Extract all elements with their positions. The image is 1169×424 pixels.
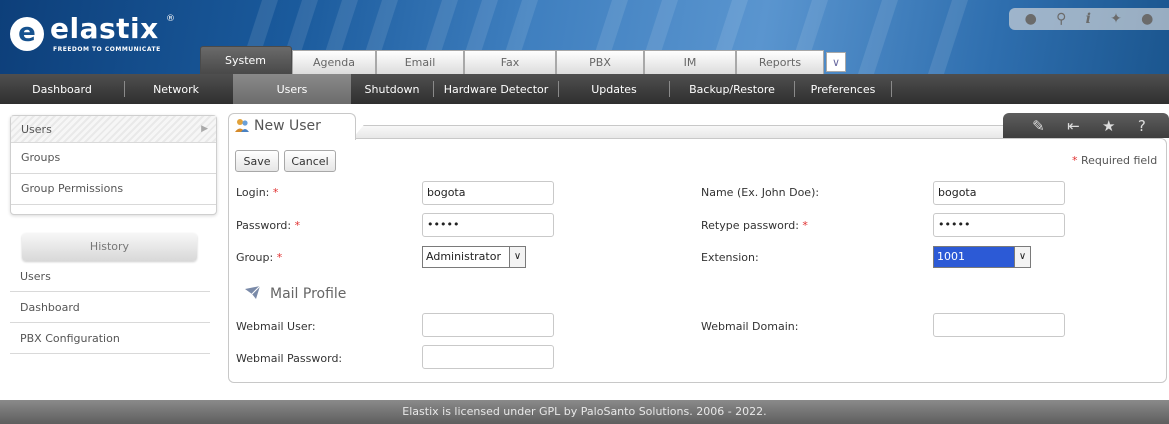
password-field[interactable]: ••••• — [422, 213, 554, 237]
tab-pbx[interactable]: PBX — [556, 50, 644, 74]
tab-system[interactable]: System — [200, 46, 292, 74]
arrow-right-icon: ▶ — [201, 124, 208, 134]
webmail-domain-label: Webmail Domain: — [701, 320, 799, 333]
sub-navigation: Dashboard Network Users Shutdown Hardwar… — [0, 74, 1169, 104]
sidebar-item-label: Users — [21, 123, 52, 136]
retype-password-field[interactable]: ••••• — [933, 213, 1065, 237]
logo-mark-icon: e — [10, 17, 44, 51]
tab-agenda[interactable]: Agenda — [292, 50, 376, 74]
name-field[interactable]: bogota — [933, 181, 1065, 205]
password-label: Password: * — [236, 219, 301, 232]
sidebar: Users ▶ Groups Group Permissions History… — [10, 115, 217, 354]
save-button[interactable]: Save — [235, 150, 279, 172]
sidebar-item-group-permissions[interactable]: Group Permissions — [11, 174, 216, 205]
subnav-hardware-detector[interactable]: Hardware Detector — [434, 74, 558, 104]
tab-email[interactable]: Email — [376, 50, 464, 74]
history-header: History — [22, 233, 197, 261]
history-item-pbx-configuration[interactable]: PBX Configuration — [10, 323, 210, 354]
sidebar-menu: Users ▶ Groups Group Permissions — [10, 115, 217, 215]
webmail-domain-field[interactable] — [933, 313, 1065, 337]
top-tool-icons: ● ⚲ i ✦ ● — [1009, 8, 1169, 30]
puzzle-icon[interactable]: ✦ — [1110, 11, 1122, 27]
extension-label: Extension: — [701, 251, 759, 264]
panel-tab-bar — [352, 125, 1024, 139]
edit-icon[interactable]: ✎ — [1032, 117, 1045, 135]
webmail-user-label: Webmail User: — [236, 320, 316, 333]
panel-actions: ✎ ⇤ ★ ? — [1003, 113, 1169, 138]
history-item-dashboard[interactable]: Dashboard — [10, 292, 210, 323]
logo-registered-mark: ® — [166, 14, 175, 24]
webmail-password-field[interactable] — [422, 345, 554, 369]
subnav-backup-restore[interactable]: Backup/Restore — [670, 74, 794, 104]
collapse-icon[interactable]: ⇤ — [1067, 117, 1080, 135]
more-tabs-chevron-icon[interactable]: ∨ — [826, 52, 846, 72]
logo-tagline: FREEDOM TO COMMUNICATE — [53, 46, 161, 53]
logo-text: elastix — [50, 12, 159, 45]
tab-reports[interactable]: Reports — [736, 50, 824, 74]
header-banner: e elastix ® FREEDOM TO COMMUNICATE ● ⚲ i… — [0, 0, 1169, 74]
main-tabs: System Agenda Email Fax PBX IM Reports ∨ — [200, 46, 846, 74]
info-icon[interactable]: i — [1086, 11, 1091, 27]
user-icon[interactable]: ● — [1141, 11, 1153, 27]
chevron-down-icon: ∨ — [1014, 247, 1030, 267]
help-icon[interactable]: ? — [1138, 117, 1146, 135]
login-label: Login: * — [236, 186, 279, 199]
chevron-down-icon: ∨ — [509, 247, 525, 267]
search-icon[interactable]: ⚲ — [1056, 11, 1066, 27]
extension-select[interactable]: 1001 ∨ — [933, 246, 1031, 268]
history-item-users[interactable]: Users — [10, 261, 210, 292]
elastix-logo[interactable]: e elastix ® FREEDOM TO COMMUNICATE — [10, 12, 200, 56]
sidebar-item-groups[interactable]: Groups — [11, 143, 216, 174]
sidebar-item-users[interactable]: Users ▶ — [11, 116, 216, 143]
group-label: Group: * — [236, 251, 283, 264]
panel-title: New User — [254, 118, 321, 134]
mail-profile-icon — [245, 285, 261, 299]
drop-icon[interactable]: ● — [1025, 11, 1037, 27]
subnav-network[interactable]: Network — [125, 74, 205, 104]
webmail-user-field[interactable] — [422, 313, 554, 337]
subnav-dashboard[interactable]: Dashboard — [0, 74, 124, 104]
star-icon[interactable]: ★ — [1102, 117, 1115, 135]
tab-fax[interactable]: Fax — [464, 50, 556, 74]
login-field[interactable]: bogota — [422, 181, 554, 205]
footer: Elastix is licensed under GPL by PaloSan… — [0, 400, 1169, 424]
mail-profile-title: Mail Profile — [270, 286, 347, 302]
subnav-shutdown[interactable]: Shutdown — [351, 74, 433, 104]
webmail-password-label: Webmail Password: — [236, 352, 343, 365]
retype-password-label: Retype password: * — [701, 219, 808, 232]
cancel-button[interactable]: Cancel — [284, 150, 336, 172]
subnav-users[interactable]: Users — [233, 74, 351, 104]
required-field-note: * Required field — [1072, 154, 1158, 167]
name-label: Name (Ex. John Doe): — [701, 186, 820, 199]
tab-im[interactable]: IM — [644, 50, 736, 74]
subnav-preferences[interactable]: Preferences — [795, 74, 891, 104]
subnav-updates[interactable]: Updates — [559, 74, 669, 104]
group-select[interactable]: Administrator ∨ — [422, 246, 526, 268]
page: e elastix ® FREEDOM TO COMMUNICATE ● ⚲ i… — [0, 0, 1169, 424]
users-icon — [235, 119, 249, 132]
